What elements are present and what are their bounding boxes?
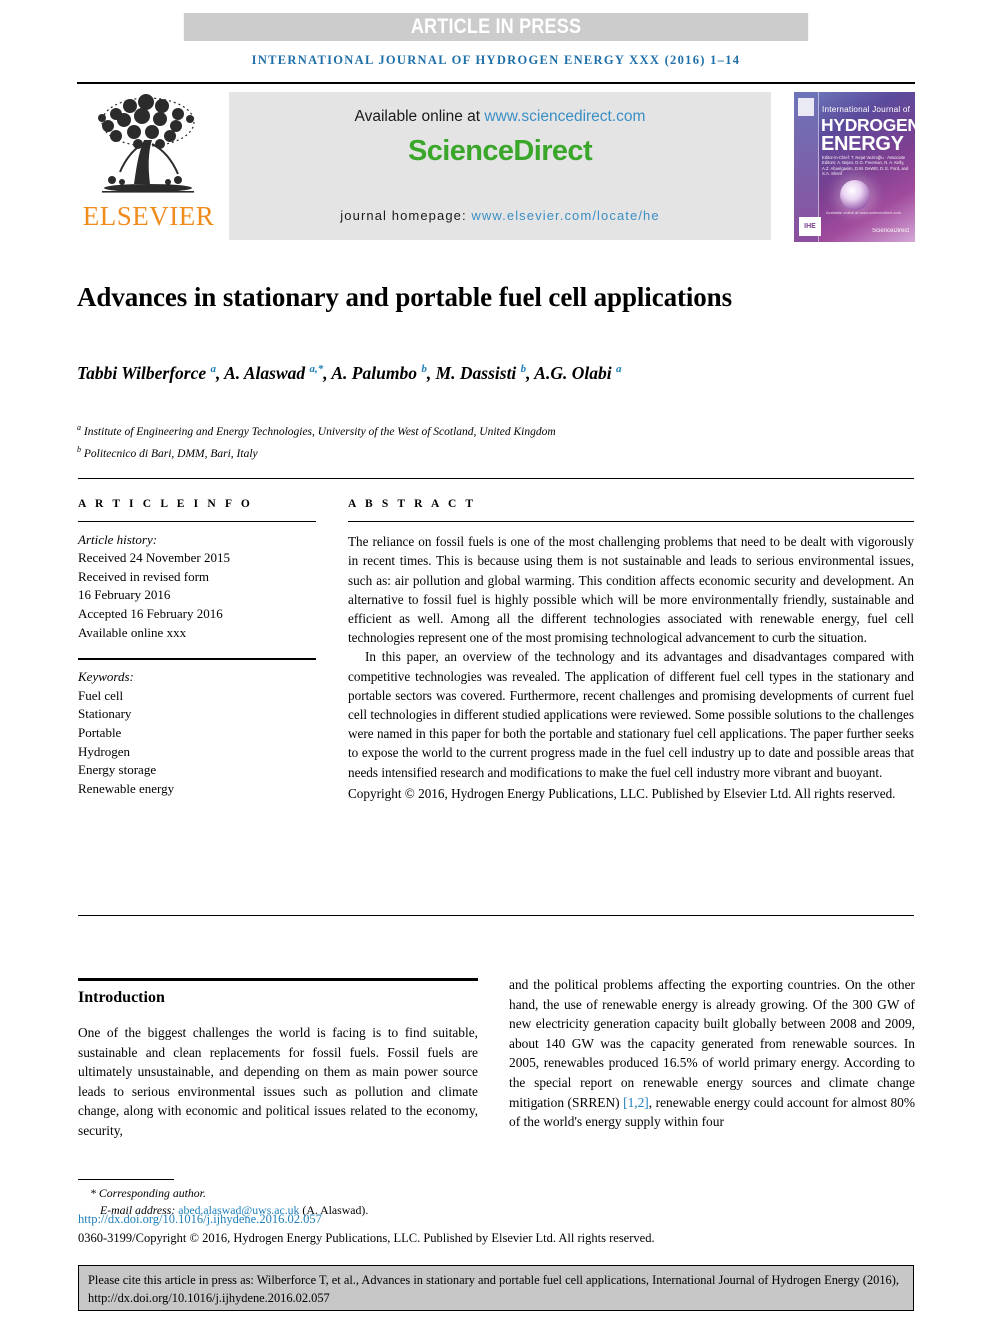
cover-editors: Editor-in-Chief: T. Nejat Veziroğlu · As… bbox=[822, 155, 909, 177]
journal-homepage-label: journal homepage: bbox=[340, 208, 472, 223]
cover-tagline: Available online at www.sciencedirect.co… bbox=[826, 210, 902, 215]
author-list: Tabbi Wilberforce a, A. Alaswad a,*, A. … bbox=[77, 362, 622, 383]
sciencedirect-banner: Available online at www.sciencedirect.co… bbox=[229, 92, 771, 240]
keywords-rule bbox=[78, 658, 316, 661]
abstract-block: A B S T R A C T The reliance on fossil f… bbox=[348, 495, 914, 803]
article-history-item: Available online xxx bbox=[78, 624, 187, 640]
available-online-text: Available online at bbox=[354, 108, 485, 125]
abstract-paragraph: The reliance on fossil fuels is one of t… bbox=[348, 534, 914, 646]
cover-sciencedirect-mark: ScienceDirect bbox=[871, 228, 909, 234]
introduction-rule bbox=[78, 978, 478, 981]
abstract-heading: A B S T R A C T bbox=[348, 498, 477, 510]
issn-copyright-line: 0360-3199/Copyright © 2016, Hydrogen Ene… bbox=[78, 1231, 655, 1245]
footnote-rule bbox=[78, 1179, 174, 1180]
doi-link[interactable]: http://dx.doi.org/10.1016/j.ijhydene.201… bbox=[78, 1212, 322, 1227]
section-divider-top bbox=[78, 478, 914, 479]
article-info-heading: A R T I C L E I N F O bbox=[78, 498, 253, 510]
keyword-item[interactable]: Portable bbox=[78, 724, 316, 743]
citation-link[interactable]: [1,2] bbox=[623, 1095, 649, 1110]
sciencedirect-url-link[interactable]: www.sciencedirect.com bbox=[484, 108, 645, 125]
affiliation-list: a Institute of Engineering and Energy Te… bbox=[77, 419, 837, 463]
introduction-heading: Introduction bbox=[78, 989, 165, 1006]
body-column-right: and the political problems affecting the… bbox=[509, 975, 915, 1132]
article-info-block: A R T I C L E I N F O Article history: R… bbox=[78, 495, 316, 798]
body-column-left: One of the biggest challenges the world … bbox=[78, 1023, 478, 1141]
affiliation-marker: b bbox=[77, 444, 81, 454]
keywords-label: Keywords: bbox=[78, 669, 134, 685]
masthead: ELSEVIER Available online at www.science… bbox=[77, 82, 915, 244]
abstract-rule bbox=[348, 521, 914, 523]
article-history-item: 16 February 2016 bbox=[78, 587, 171, 603]
cover-orb-graphic bbox=[840, 180, 870, 210]
elsevier-tree-icon bbox=[98, 94, 195, 193]
cover-elsevier-mark-icon bbox=[798, 98, 814, 116]
keyword-item[interactable]: Energy storage bbox=[78, 761, 316, 780]
keywords-list: Fuel cell Stationary Portable Hydrogen Energ… bbox=[78, 687, 316, 799]
journal-cover-thumbnail[interactable]: International Journal of HYDROGEN ENERGY… bbox=[794, 92, 915, 242]
sciencedirect-logo[interactable]: ScienceDirect bbox=[229, 135, 771, 168]
keyword-item[interactable]: Hydrogen bbox=[78, 743, 316, 762]
article-history-item: Received in revised form bbox=[78, 568, 210, 584]
section-divider-bottom bbox=[78, 915, 914, 916]
journal-homepage-line: journal homepage: www.elsevier.com/locat… bbox=[229, 208, 771, 223]
affiliation-item: b Politecnico di Bari, DMM, Bari, Italy bbox=[77, 444, 258, 460]
journal-homepage-link[interactable]: www.elsevier.com/locate/he bbox=[471, 208, 659, 223]
journal-running-head: INTERNATIONAL JOURNAL OF HYDROGEN ENERGY… bbox=[251, 53, 741, 67]
body-paragraph: One of the biggest challenges the world … bbox=[78, 1025, 478, 1138]
elsevier-logo: ELSEVIER bbox=[77, 92, 220, 240]
available-online-line: Available online at www.sciencedirect.co… bbox=[229, 92, 771, 126]
corresponding-author-marker: * bbox=[90, 1186, 96, 1200]
article-in-press-banner: ARTICLE IN PRESS bbox=[183, 13, 809, 41]
cover-ihe-badge: IHE bbox=[799, 217, 821, 236]
cover-journal-prefix: International Journal of bbox=[822, 105, 911, 114]
elsevier-wordmark: ELSEVIER bbox=[82, 201, 215, 231]
keyword-item[interactable]: Fuel cell bbox=[78, 687, 316, 706]
article-history-list: Received 24 November 2015 Received in rev… bbox=[78, 549, 316, 642]
keyword-item[interactable]: Renewable energy bbox=[78, 780, 316, 799]
abstract-copyright: Copyright © 2016, Hydrogen Energy Public… bbox=[348, 785, 896, 801]
article-history-label: Article history: bbox=[78, 531, 158, 547]
abstract-paragraph: In this paper, an overview of the techno… bbox=[348, 649, 914, 780]
cover-title-energy: ENERGY bbox=[821, 133, 904, 155]
article-history-item: Received 24 November 2015 bbox=[78, 550, 230, 566]
article-info-rule bbox=[78, 520, 316, 522]
corresponding-author-label: Corresponding author. bbox=[98, 1186, 206, 1200]
page-title: Advances in stationary and portable fuel… bbox=[77, 282, 732, 313]
affiliation-item: a Institute of Engineering and Energy Te… bbox=[77, 423, 556, 438]
keyword-item[interactable]: Stationary bbox=[78, 705, 316, 724]
cite-this-article-box: Please cite this article in press as: Wi… bbox=[78, 1265, 914, 1311]
article-history-item: Accepted 16 February 2016 bbox=[78, 605, 223, 621]
affiliation-marker: a bbox=[77, 423, 81, 432]
corresponding-author-line: * Corresponding author. bbox=[78, 1185, 498, 1202]
body-paragraph: and the political problems affecting the… bbox=[509, 977, 915, 1130]
